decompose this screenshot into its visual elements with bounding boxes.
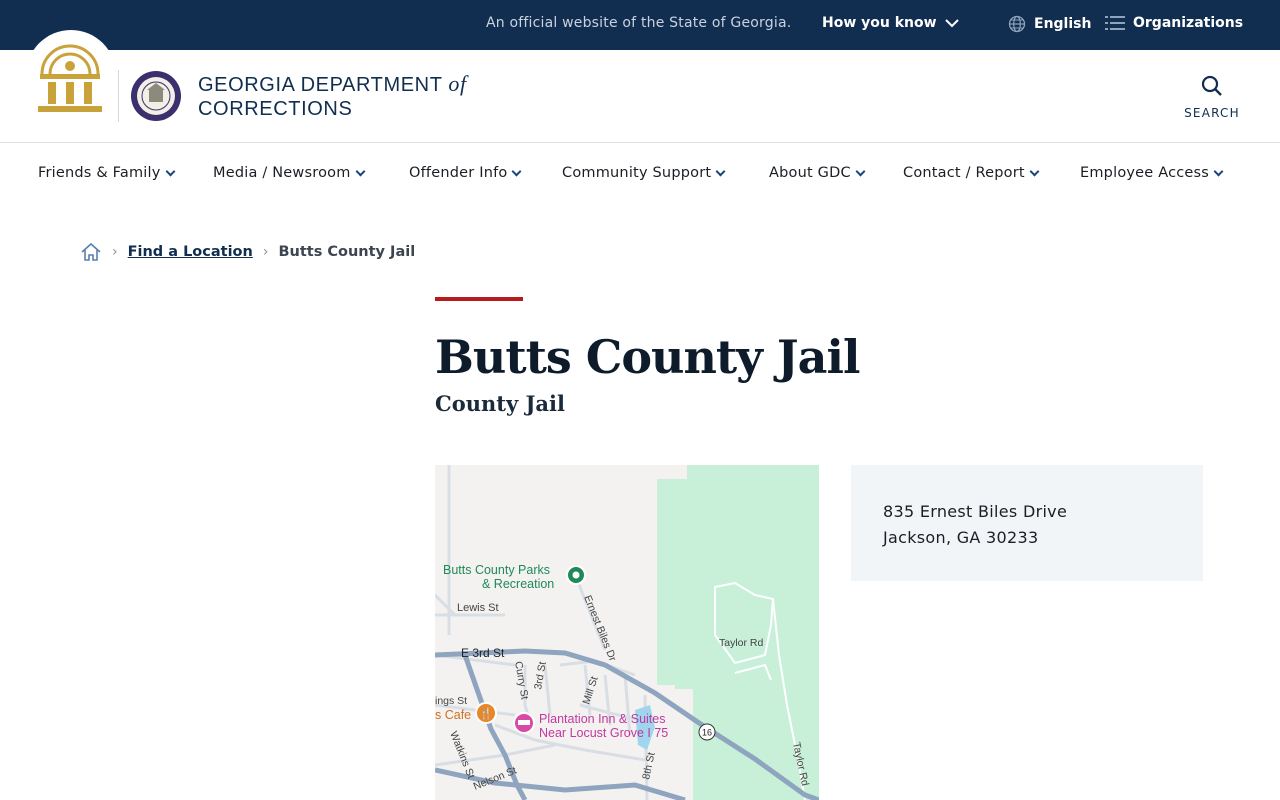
how-you-know-toggle[interactable]: How you know: [822, 15, 959, 31]
address-card: 835 Ernest Biles Drive Jackson, GA 30233: [851, 465, 1203, 581]
nav-friends-family[interactable]: Friends & Family: [38, 165, 175, 181]
map-label-lewis: Lewis St: [457, 602, 499, 614]
home-icon[interactable]: [80, 241, 102, 263]
list-icon: [1105, 16, 1125, 30]
breadcrumb-find-location[interactable]: Find a Location: [128, 244, 253, 260]
search-label: SEARCH: [1184, 106, 1240, 120]
chevron-down-icon: [1029, 166, 1040, 176]
nav-media-newsroom[interactable]: Media / Newsroom: [213, 165, 365, 181]
department-name[interactable]: GEORGIA DEPARTMENT of CORRECTIONS: [198, 72, 467, 121]
dept-line2: CORRECTIONS: [198, 98, 353, 120]
language-selector[interactable]: English: [1008, 15, 1091, 33]
chevron-down-icon: [855, 166, 866, 176]
chevron-down-icon: [512, 166, 522, 176]
breadcrumb-current: Butts County Jail: [278, 244, 416, 260]
park-top-strip: [687, 465, 819, 479]
organizations-label: Organizations: [1133, 15, 1244, 31]
address-line1: 835 Ernest Biles Drive: [883, 502, 1068, 521]
hotel-pin-bed: [518, 720, 530, 725]
map-label-ings: ings St: [435, 695, 467, 707]
nav-label: Offender Info: [409, 165, 508, 181]
organizations-link[interactable]: Organizations: [1105, 15, 1243, 31]
how-you-know-label: How you know: [822, 15, 937, 31]
nav-employee-access[interactable]: Employee Access: [1080, 165, 1224, 181]
route-shield-label: 16: [702, 728, 712, 738]
dept-line1: GEORGIA DEPARTMENT: [198, 74, 443, 96]
dept-of: of: [448, 71, 467, 96]
chevron-down-icon: [944, 19, 959, 28]
nav-label: Employee Access: [1080, 165, 1210, 181]
search-icon: [1201, 75, 1222, 96]
map-label-hotel2: Near Locust Grove I 75: [539, 726, 668, 740]
map-label-hotel1: Plantation Inn & Suites: [539, 712, 665, 726]
language-label: English: [1034, 16, 1092, 32]
globe-icon: [1008, 15, 1026, 33]
map-label-parks2: & Recreation: [482, 577, 554, 591]
page-title: Butts County Jail: [435, 330, 860, 384]
chevron-down-icon: [355, 166, 365, 176]
official-site-text: An official website of the State of Geor…: [486, 15, 792, 31]
restaurant-pin-glyph: 🍴: [479, 707, 493, 720]
nav-label: Friends & Family: [38, 165, 161, 181]
location-map[interactable]: 16 🍴 Butts County Parks & Recreation Lew…: [435, 465, 819, 800]
breadcrumb: › Find a Location › Butts County Jail: [80, 241, 415, 263]
search-button[interactable]: SEARCH: [1180, 74, 1244, 120]
main-navigation: Friends & Family Media / Newsroom Offend…: [0, 143, 1280, 205]
map-label-cafe: s Cafe: [435, 708, 471, 722]
title-accent-bar: [435, 297, 523, 301]
address-line2: Jackson, GA 30233: [883, 528, 1039, 547]
chevron-down-icon: [165, 166, 175, 176]
page-subtitle: County Jail: [435, 391, 565, 416]
site-header: [0, 50, 1280, 143]
map-canvas: 16 🍴 Butts County Parks & Recreation Lew…: [435, 465, 819, 800]
parks-pin-dot: [572, 571, 580, 579]
nav-contact-report[interactable]: Contact / Report: [903, 165, 1040, 181]
map-label-parks: Butts County Parks: [443, 563, 550, 577]
official-site-banner: An official website of the State of Geor…: [0, 0, 1280, 50]
nav-label: About GDC: [769, 165, 851, 181]
nav-offender-info[interactable]: Offender Info: [409, 165, 522, 181]
chevron-down-icon: [1213, 166, 1224, 176]
logo-divider: [118, 70, 119, 122]
georgia-state-seal-icon[interactable]: [36, 40, 104, 116]
map-label-taylor1: Taylor Rd: [719, 637, 764, 649]
nav-label: Contact / Report: [903, 165, 1025, 181]
map-label-e3rd: E 3rd St: [461, 646, 505, 660]
breadcrumb-separator-icon: ›: [262, 244, 269, 260]
nav-community-support[interactable]: Community Support: [562, 165, 726, 181]
nav-label: Media / Newsroom: [213, 165, 351, 181]
gdc-seal-icon[interactable]: [130, 70, 182, 122]
nav-about-gdc[interactable]: About GDC: [769, 165, 866, 181]
nav-label: Community Support: [562, 165, 712, 181]
breadcrumb-separator-icon: ›: [112, 244, 118, 260]
chevron-down-icon: [715, 166, 726, 176]
